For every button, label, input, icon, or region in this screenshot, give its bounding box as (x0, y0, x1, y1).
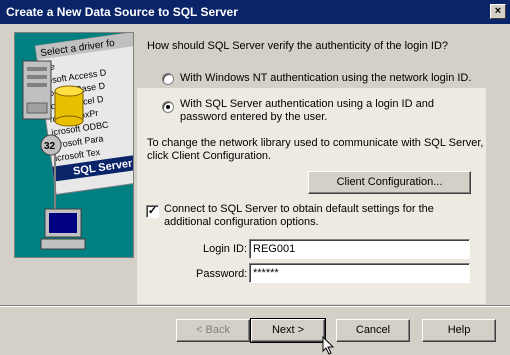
wizard-illustration: Select a driver fo me rosoft Access D ro… (14, 32, 134, 258)
help-button[interactable]: Help (422, 319, 496, 342)
windows-nt-auth-label[interactable]: With Windows NT authentication using the… (180, 72, 471, 84)
badge-icon: 32 (40, 134, 62, 156)
connect-checkbox[interactable]: ✓ (146, 205, 159, 218)
computer-icon (40, 208, 86, 250)
login-id-label: Login ID: (203, 243, 248, 255)
checkmark-icon: ✓ (147, 205, 158, 217)
network-library-text: To change the network library used to co… (147, 137, 484, 162)
window-title: Create a New Data Source to SQL Server (6, 5, 238, 19)
mouse-cursor-icon (322, 336, 335, 355)
title-bar: Create a New Data Source to SQL Server × (0, 0, 510, 24)
next-button[interactable]: Next > (250, 318, 326, 343)
badge-label: 32 (44, 141, 56, 152)
database-icon (54, 85, 84, 127)
server-icon (22, 60, 52, 120)
cancel-button[interactable]: Cancel (336, 319, 410, 342)
dialog-window: Create a New Data Source to SQL Server ×… (0, 0, 510, 355)
connect-checkbox-label[interactable]: Connect to SQL Server to obtain default … (164, 203, 464, 229)
password-input[interactable]: ****** (249, 263, 470, 283)
close-button[interactable]: × (490, 4, 506, 19)
back-button[interactable]: < Back (176, 319, 250, 342)
client-configuration-button[interactable]: Client Configuration... (308, 171, 471, 194)
password-label: Password: (196, 268, 248, 280)
close-icon: × (494, 5, 502, 17)
login-id-input[interactable]: REG001 (249, 239, 470, 259)
sql-server-auth-label[interactable]: With SQL Server authentication using a l… (180, 98, 480, 124)
auth-question: How should SQL Server verify the authent… (147, 40, 449, 52)
windows-nt-auth-radio[interactable] (162, 73, 174, 85)
separator (0, 305, 510, 307)
sql-server-auth-radio[interactable] (162, 101, 174, 113)
